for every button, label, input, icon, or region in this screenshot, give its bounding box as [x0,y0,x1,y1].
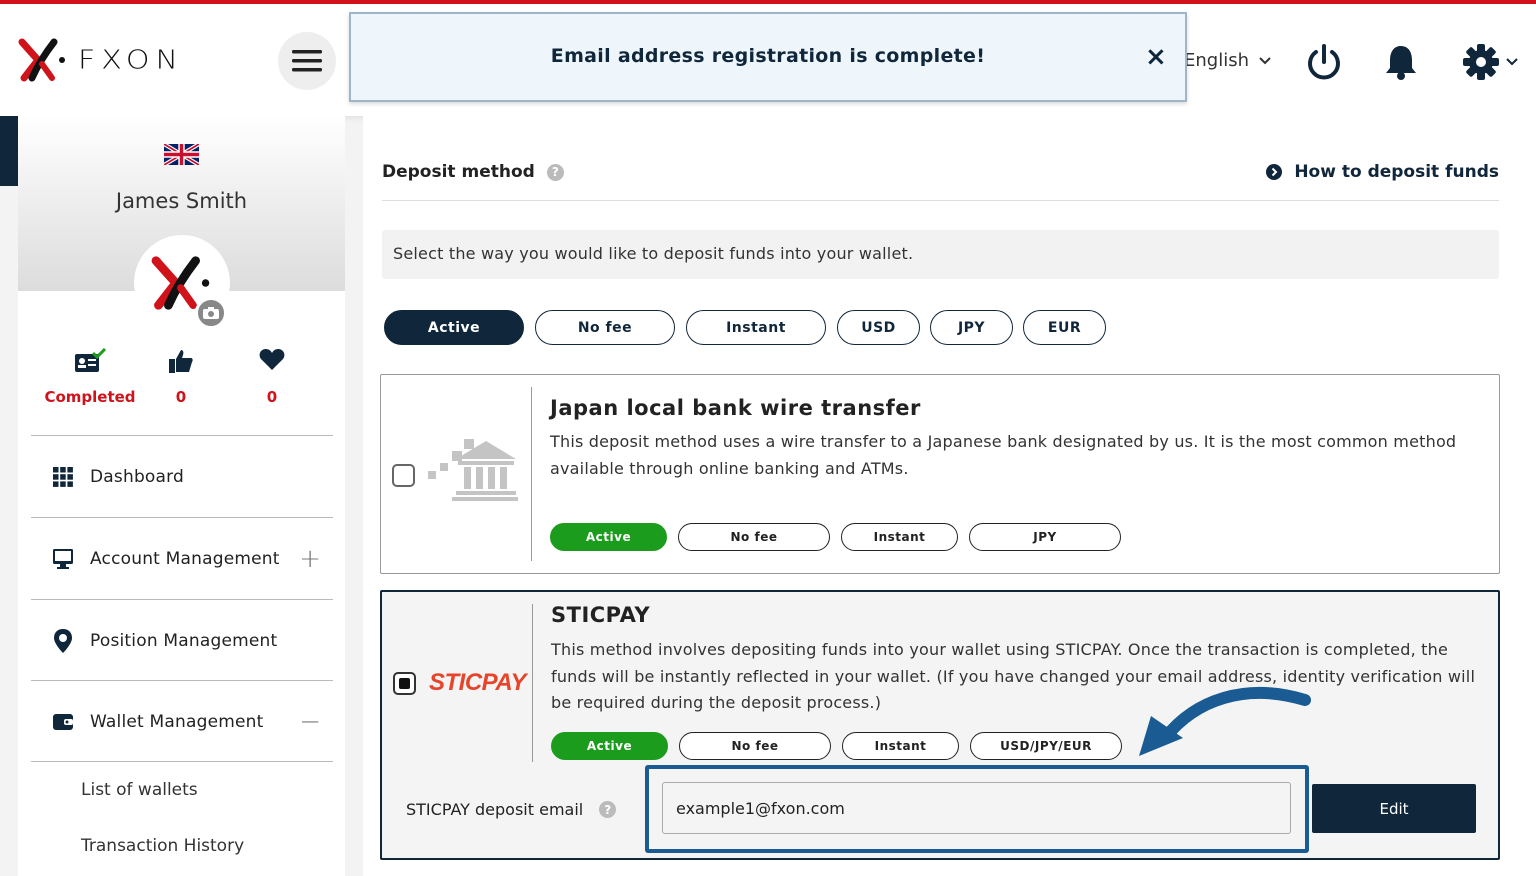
method-title: STICPAY [551,603,651,627]
how-to-deposit-label: How to deposit funds [1294,162,1499,182]
likes-stat: 0 [131,348,231,406]
section-title: Deposit method ? [382,162,564,182]
id-card-check-icon [75,348,107,372]
card-separator [531,387,532,561]
thumbs-up-icon [169,350,193,373]
pointer-arrow-icon [1139,687,1311,756]
language-selector[interactable]: English [1184,50,1271,71]
filter-jpy[interactable]: JPY [930,310,1013,345]
tag-no-fee: No fee [678,523,830,551]
grid-icon [53,466,73,487]
tag-currency: USD/JPY/EUR [970,732,1122,760]
chevron-right-circle-icon [1266,164,1283,180]
notifications-button[interactable] [1381,42,1421,82]
method-radio-sticpay[interactable] [393,672,416,695]
fxon-logo-mark-icon [18,38,65,82]
wallet-icon [53,713,73,730]
verification-status[interactable]: Completed [40,348,140,406]
bank-transfer-icon [428,439,518,501]
sticpay-email-field[interactable] [662,782,1291,834]
help-icon[interactable]: ? [599,801,617,818]
favorites-count: 0 [266,388,278,406]
sidebar: James Smith Completed 0 0 Dashboard Acco… [18,116,345,876]
sticpay-logo: STICPAY [429,669,526,696]
settings-button[interactable] [1458,42,1522,82]
collapse-icon[interactable]: − [299,707,321,737]
method-title: Japan local bank wire transfer [550,396,921,420]
sidebar-subitem-list-of-wallets[interactable]: List of wallets [81,780,198,800]
logout-button[interactable] [1304,42,1344,82]
monitor-icon [53,548,73,569]
gear-icon [1463,44,1499,80]
verification-status-label: Completed [44,388,136,406]
filter-no-fee[interactable]: No fee [535,310,675,345]
sidebar-item-wallet-management[interactable]: Wallet Management − [31,680,333,762]
tag-active: Active [550,523,667,551]
success-toast: Email address registration is complete! … [349,12,1187,102]
hamburger-icon [292,50,322,72]
brand-name: FXON [78,45,184,75]
filter-active[interactable]: Active [384,310,524,345]
sidebar-item-label: Dashboard [90,466,185,487]
method-radio-japan-bank[interactable] [392,464,415,487]
likes-count: 0 [175,388,187,406]
chevron-down-icon [1259,56,1271,64]
toast-message: Email address registration is complete! [550,45,986,67]
sidebar-item-label: Account Management [90,548,280,569]
tag-no-fee: No fee [679,732,831,760]
sidebar-item-label: Wallet Management [90,711,264,732]
tag-active: Active [551,732,668,760]
sidebar-item-dashboard[interactable]: Dashboard [31,435,333,517]
camera-icon [203,307,219,319]
deposit-method-japan-bank[interactable]: Japan local bank wire transfer This depo… [380,374,1500,574]
heart-icon [259,349,285,370]
filter-usd[interactable]: USD [837,310,920,345]
filter-instant[interactable]: Instant [686,310,826,345]
toast-close-button[interactable]: × [1145,44,1167,70]
user-name: James Smith [115,189,248,213]
chevron-down-icon [1506,58,1518,66]
how-to-deposit-link[interactable]: How to deposit funds [1266,162,1499,182]
filter-eur[interactable]: EUR [1023,310,1106,345]
change-photo-button[interactable] [195,297,227,329]
help-icon[interactable]: ? [546,163,564,181]
edit-email-button[interactable]: Edit [1312,784,1476,833]
language-label: English [1184,50,1249,71]
divider [382,200,1499,201]
method-description: This deposit method uses a wire transfer… [550,432,1457,478]
tag-currency: JPY [969,523,1121,551]
card-separator [532,604,533,762]
sticpay-email-label-row: STICPAY deposit email ? [406,800,617,819]
instruction-text: Select the way you would like to deposit… [382,230,1499,279]
expand-icon[interactable]: + [299,544,321,574]
method-description: This method involves depositing funds in… [551,640,1476,712]
page-title: Deposit method [382,162,535,182]
favorites-stat: 0 [222,348,322,406]
map-pin-icon [54,628,72,653]
bell-icon [1386,46,1416,80]
sidebar-item-position-management[interactable]: Position Management [31,599,333,681]
tag-instant: Instant [842,732,959,760]
fxon-logo[interactable]: FXON [18,38,184,82]
sidebar-accent-bar [0,116,18,186]
sidebar-item-account-management[interactable]: Account Management + [31,517,333,599]
uk-flag-icon[interactable] [164,144,199,165]
power-icon [1308,44,1340,80]
menu-toggle-button[interactable] [278,32,336,90]
main-panel: Deposit method ? How to deposit funds Se… [363,116,1536,876]
sidebar-subitem-transaction-history[interactable]: Transaction History [81,836,244,856]
sidebar-divider [31,761,333,762]
sidebar-item-label: Position Management [90,630,278,651]
tag-instant: Instant [841,523,958,551]
sticpay-email-label: STICPAY deposit email [406,800,584,819]
